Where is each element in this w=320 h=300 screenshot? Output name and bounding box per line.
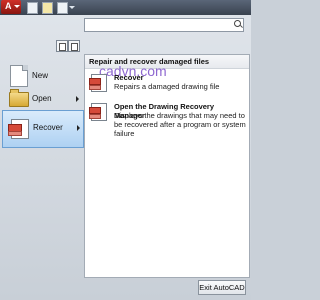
- submenu-item-title: Recover: [114, 73, 144, 82]
- menu-item-label: New: [32, 71, 49, 80]
- search-input[interactable]: [84, 18, 244, 32]
- application-menu-button[interactable]: A: [1, 0, 21, 14]
- open-folder-icon[interactable]: [42, 2, 53, 14]
- menu-item-label: Open: [32, 94, 52, 103]
- chevron-down-icon[interactable]: [69, 6, 75, 9]
- submenu-item-recover[interactable]: Recover Repairs a damaged drawing file: [88, 72, 246, 100]
- chevron-down-icon: [14, 5, 20, 8]
- submenu-item-description: Displays the drawings that may need to b…: [114, 111, 246, 138]
- drawing-recovery-manager-icon: [89, 103, 107, 121]
- menu-item-label: Recover: [33, 123, 63, 132]
- open-documents-icon[interactable]: [68, 40, 80, 52]
- submenu-item-recovery-manager[interactable]: Open the Drawing Recovery Manager Displa…: [88, 101, 246, 143]
- quick-access-toolbar: A: [0, 0, 251, 15]
- save-icon[interactable]: [57, 2, 68, 14]
- menu-item-recover[interactable]: Recover: [2, 110, 84, 148]
- exit-button[interactable]: Exit AutoCAD: [198, 280, 246, 295]
- recover-file-icon: [89, 74, 107, 92]
- chevron-right-icon: [77, 125, 80, 131]
- search-icon[interactable]: [234, 20, 241, 27]
- new-file-icon[interactable]: [27, 2, 38, 14]
- recent-documents-icon[interactable]: [56, 40, 68, 52]
- recover-icon: [8, 119, 29, 139]
- logo-letter: A: [5, 1, 12, 11]
- submenu-panel: Repair and recover damaged files cadvn.c…: [84, 54, 250, 278]
- chevron-right-icon: [76, 96, 79, 102]
- folder-icon: [9, 89, 29, 107]
- submenu-item-description: Repairs a damaged drawing file: [114, 82, 220, 91]
- menu-commands: New Open Recover: [0, 55, 84, 300]
